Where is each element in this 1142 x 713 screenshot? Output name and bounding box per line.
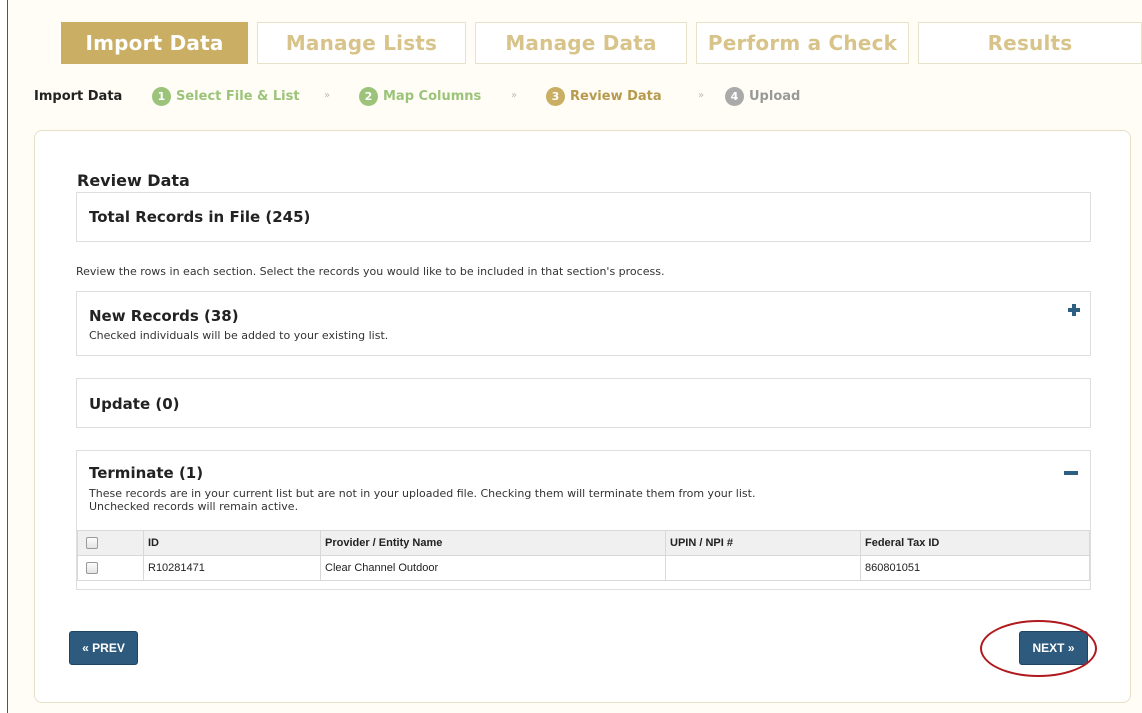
cell-name: Clear Channel Outdoor bbox=[320, 555, 666, 581]
instructions-text: Review the rows in each section. Select … bbox=[76, 265, 665, 278]
steps-lead-label: Import Data bbox=[34, 89, 123, 104]
step-4-badge: 4 bbox=[725, 87, 744, 106]
tab-perform-check[interactable]: Perform a Check bbox=[696, 22, 909, 64]
terminate-panel: Terminate (1) These records are in your … bbox=[76, 450, 1091, 590]
tab-manage-data[interactable]: Manage Data bbox=[475, 22, 687, 64]
total-records-label: Total Records in File (245) bbox=[89, 208, 311, 226]
new-records-panel: New Records (38) Checked individuals wil… bbox=[76, 291, 1091, 356]
step-map-columns[interactable]: 2 Map Columns bbox=[359, 87, 481, 106]
table-row: R10281471 Clear Channel Outdoor 86080105… bbox=[77, 555, 1090, 581]
main-tabs: Import Data Manage Lists Manage Data Per… bbox=[61, 22, 1142, 64]
step-2-badge: 2 bbox=[359, 87, 378, 106]
terminate-table: ID Provider / Entity Name UPIN / NPI # F… bbox=[77, 530, 1090, 581]
update-panel: Update (0) bbox=[76, 378, 1091, 428]
new-records-title: New Records (38) bbox=[89, 307, 239, 325]
minus-icon[interactable] bbox=[1064, 471, 1078, 475]
terminate-note: Unchecked records will remain active. bbox=[89, 500, 299, 513]
tab-import-data[interactable]: Import Data bbox=[61, 22, 248, 64]
step-progress: Import Data 1 Select File & List » 2 Map… bbox=[34, 86, 834, 110]
column-header-upin[interactable]: UPIN / NPI # bbox=[665, 530, 861, 556]
step-1-badge: 1 bbox=[152, 87, 171, 106]
cell-tax-id: 860801051 bbox=[860, 555, 1090, 581]
step-review-data[interactable]: 3 Review Data bbox=[546, 87, 662, 106]
tab-results[interactable]: Results bbox=[918, 22, 1142, 64]
new-records-desc: Checked individuals will be added to you… bbox=[89, 329, 389, 342]
step-separator: » bbox=[324, 90, 331, 101]
app-frame: Import Data Manage Lists Manage Data Per… bbox=[7, 0, 1142, 713]
row-select-cell bbox=[77, 555, 144, 581]
update-title: Update (0) bbox=[89, 395, 180, 413]
step-1-label: Select File & List bbox=[176, 89, 300, 104]
total-records-panel: Total Records in File (245) bbox=[76, 192, 1091, 242]
cell-upin bbox=[665, 555, 861, 581]
step-3-badge: 3 bbox=[546, 87, 565, 106]
terminate-title: Terminate (1) bbox=[89, 464, 204, 482]
tab-manage-lists[interactable]: Manage Lists bbox=[257, 22, 466, 64]
prev-button[interactable]: « PREV bbox=[69, 631, 138, 665]
next-highlight-ring bbox=[980, 620, 1097, 677]
step-separator: » bbox=[698, 90, 705, 101]
review-card: Review Data Total Records in File (245) … bbox=[34, 130, 1131, 703]
table-header-row: ID Provider / Entity Name UPIN / NPI # F… bbox=[77, 530, 1090, 556]
step-2-label: Map Columns bbox=[383, 89, 482, 104]
step-separator: » bbox=[511, 90, 518, 101]
column-header-tax-id[interactable]: Federal Tax ID bbox=[860, 530, 1090, 556]
select-all-checkbox[interactable] bbox=[86, 537, 98, 550]
step-select-file[interactable]: 1 Select File & List bbox=[152, 87, 300, 106]
row-checkbox[interactable] bbox=[86, 562, 98, 575]
plus-icon[interactable] bbox=[1068, 304, 1080, 316]
cell-id: R10281471 bbox=[143, 555, 321, 581]
terminate-desc: These records are in your current list b… bbox=[89, 487, 756, 500]
column-header-id[interactable]: ID bbox=[143, 530, 321, 556]
step-3-label: Review Data bbox=[570, 89, 662, 104]
step-4-label: Upload bbox=[749, 89, 801, 104]
select-all-cell bbox=[77, 530, 144, 556]
page-title: Review Data bbox=[77, 171, 190, 190]
step-upload[interactable]: 4 Upload bbox=[725, 87, 800, 106]
column-header-name[interactable]: Provider / Entity Name bbox=[320, 530, 666, 556]
